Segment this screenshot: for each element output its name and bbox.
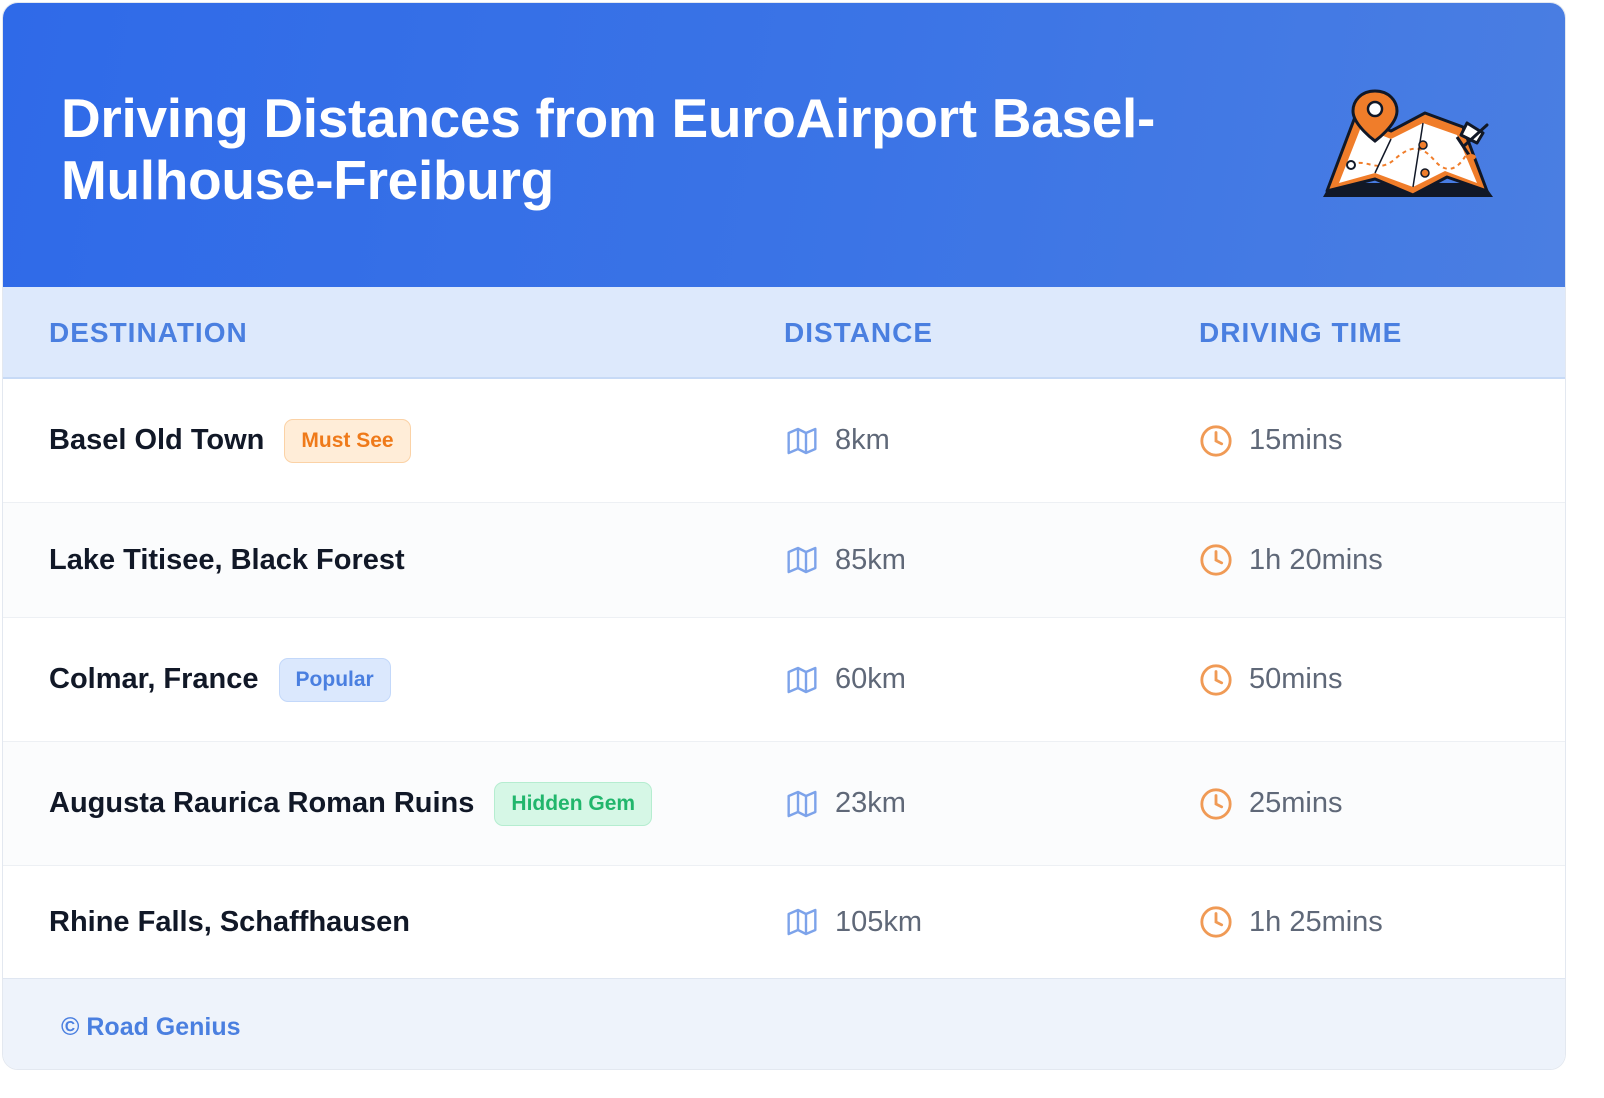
- table-row: Rhine Falls, Schaffhausen 105km 1h 25min…: [3, 866, 1565, 978]
- distance-cell: 105km: [785, 866, 922, 978]
- destination-name: Augusta Raurica Roman Ruins: [49, 787, 475, 819]
- time-cell: 25mins: [1199, 742, 1343, 865]
- distance-value: 105km: [835, 905, 923, 938]
- column-header-driving-time: DRIVING TIME: [1199, 317, 1403, 348]
- clock-icon: [1199, 543, 1233, 577]
- distance-value: 23km: [835, 787, 906, 819]
- time-value: 1h 20mins: [1249, 543, 1383, 576]
- time-cell: 50mins: [1199, 618, 1343, 741]
- map-icon: [785, 905, 819, 939]
- table-row: Lake Titisee, Black Forest 85km 1h 20min…: [3, 503, 1565, 618]
- time-cell: 15mins: [1199, 379, 1343, 502]
- column-header-distance: DISTANCE: [784, 317, 934, 348]
- table-row: Augusta Raurica Roman Ruins Hidden Gem 2…: [3, 742, 1565, 866]
- destination-name: Colmar, France: [49, 663, 259, 695]
- destination-name: Rhine Falls, Schaffhausen: [49, 905, 410, 938]
- distance-value: 60km: [835, 663, 906, 695]
- page-title: Driving Distances from EuroAirport Basel…: [61, 87, 1156, 211]
- header-banner: Driving Distances from EuroAirport Basel…: [3, 3, 1565, 287]
- hidden-gem-badge: Hidden Gem: [494, 781, 653, 826]
- map-icon: [785, 663, 819, 697]
- destination-name: Basel Old Town: [49, 424, 265, 456]
- time-cell: 1h 20mins: [1199, 503, 1383, 617]
- table-row: Colmar, France Popular 60km 50mins: [3, 618, 1565, 742]
- map-icon: [785, 543, 819, 577]
- destination-name: Lake Titisee, Black Forest: [49, 543, 405, 576]
- map-icon: [785, 787, 819, 821]
- distance-cell: 60km: [785, 618, 906, 741]
- popular-badge: Popular: [278, 657, 391, 702]
- clock-icon: [1199, 905, 1233, 939]
- must-see-badge: Must See: [284, 418, 411, 463]
- destination-cell: Rhine Falls, Schaffhausen: [49, 866, 410, 978]
- time-value: 1h 25mins: [1249, 905, 1383, 938]
- destination-cell: Augusta Raurica Roman Ruins Hidden Gem: [49, 742, 653, 865]
- time-value: 25mins: [1249, 787, 1343, 819]
- distance-card: Driving Distances from EuroAirport Basel…: [2, 2, 1566, 1070]
- distance-cell: 23km: [785, 742, 906, 865]
- time-value: 50mins: [1249, 663, 1343, 695]
- clock-icon: [1199, 424, 1233, 458]
- clock-icon: [1199, 663, 1233, 697]
- footer-credit: © Road Genius: [61, 1013, 241, 1041]
- distance-cell: 8km: [785, 379, 890, 502]
- time-value: 15mins: [1249, 424, 1343, 456]
- distance-value: 8km: [835, 424, 890, 456]
- table-row: Basel Old Town Must See 8km 15mins: [3, 379, 1565, 503]
- clock-icon: [1199, 787, 1233, 821]
- distance-value: 85km: [835, 543, 906, 576]
- map-pin-icon: [1323, 89, 1493, 197]
- time-cell: 1h 25mins: [1199, 866, 1383, 978]
- column-header-destination: DESTINATION: [49, 317, 248, 348]
- table-header: DESTINATION DISTANCE DRIVING TIME: [3, 287, 1565, 379]
- map-icon: [785, 424, 819, 458]
- footer: © Road Genius: [3, 978, 1565, 1069]
- destination-cell: Colmar, France Popular: [49, 618, 391, 741]
- destination-cell: Lake Titisee, Black Forest: [49, 503, 405, 617]
- destination-cell: Basel Old Town Must See: [49, 379, 411, 502]
- distance-cell: 85km: [785, 503, 906, 617]
